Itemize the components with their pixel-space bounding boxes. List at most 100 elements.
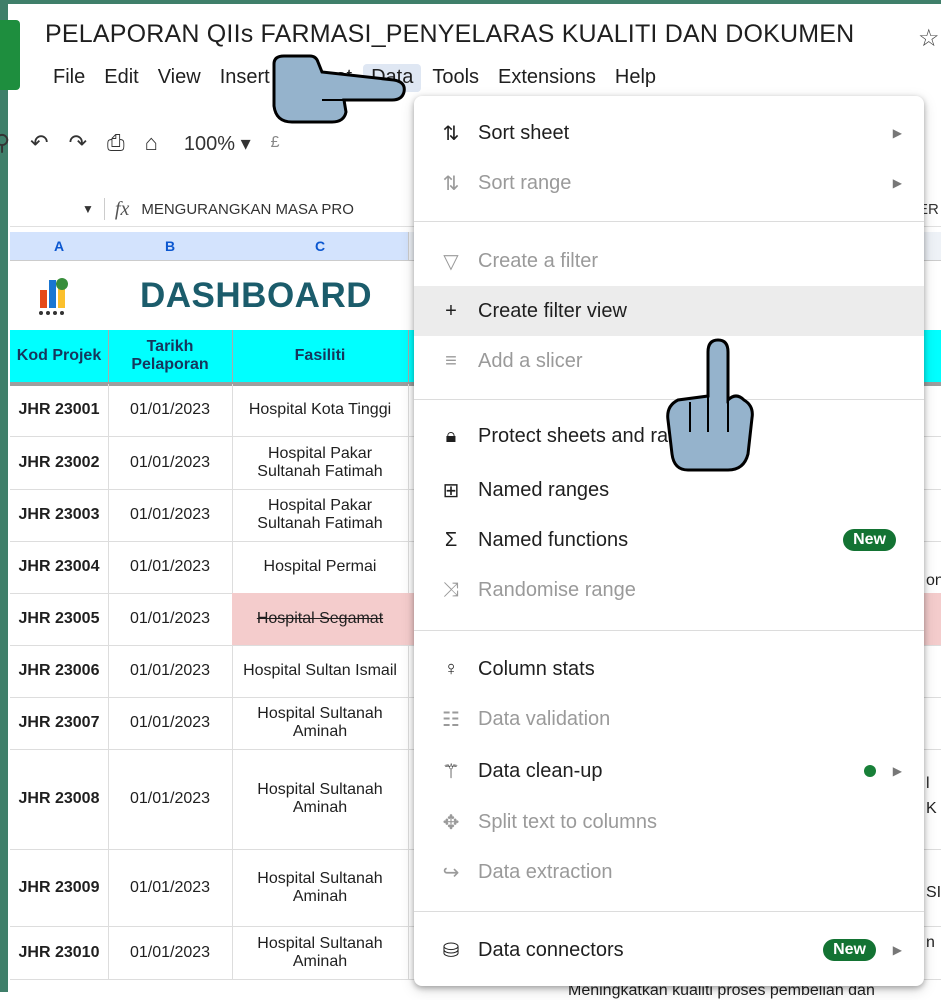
submenu-arrow-icon: ▶	[892, 126, 902, 140]
menu-item-data-extraction: ↪ Data extraction	[414, 847, 924, 897]
validation-icon: ☷	[442, 708, 460, 731]
name-box-dropdown-icon[interactable]: ▼	[82, 202, 94, 216]
cell-kod-projek[interactable]: JHR 23002	[10, 437, 109, 489]
cell-text-fragment: on	[926, 572, 941, 589]
menu-item-split-text: ✥ Split text to columns	[414, 797, 924, 847]
sigma-icon: Σ	[444, 528, 458, 551]
dashboard-chart-icon	[39, 278, 68, 315]
menu-item-data-cleanup[interactable]: ⚚ Data clean-up ▶	[414, 746, 924, 796]
filter-icon: ▽	[443, 250, 459, 273]
menu-item-column-stats[interactable]: ♀ Column stats	[414, 644, 924, 694]
pointing-hand-cursor-icon	[666, 338, 754, 472]
menu-view[interactable]: View	[150, 64, 209, 92]
menu-item-sort-range: ⇅ Sort range ▶	[414, 158, 924, 208]
menu-tools[interactable]: Tools	[424, 64, 487, 92]
menu-item-data-validation: ☷ Data validation	[414, 694, 924, 744]
column-header-b[interactable]: B	[108, 232, 233, 260]
sheets-logo-icon[interactable]	[0, 20, 20, 90]
cell-tarikh[interactable]: 01/01/2023	[108, 541, 233, 593]
cell-fasiliti[interactable]: Hospital Sultanah Aminah	[232, 749, 409, 849]
menu-item-create-filter: ▽ Create a filter	[414, 236, 924, 286]
magic-wand-icon: ⚚	[442, 760, 460, 783]
cell-fasiliti[interactable]: Hospital Sultanah Aminah	[232, 697, 409, 749]
cell-tarikh[interactable]: 01/01/2023	[108, 697, 233, 749]
new-badge: New	[823, 939, 876, 961]
search-menus-icon[interactable]: ⚲	[0, 130, 10, 156]
menu-item-data-connectors[interactable]: ⛁ Data connectors New ▶	[414, 925, 924, 975]
cell-kod-projek[interactable]: JHR 23003	[10, 489, 109, 541]
window-frame-top	[0, 0, 941, 4]
named-ranges-icon: ⊞	[442, 479, 460, 502]
cell-text-fragment: SI	[926, 884, 941, 901]
star-icon[interactable]: ☆	[918, 24, 940, 53]
cell-fasiliti[interactable]: Hospital Pakar Sultanah Fatimah	[232, 437, 409, 489]
status-dot-icon	[864, 765, 876, 777]
cell-fasiliti[interactable]: Hospital Pakar Sultanah Fatimah	[232, 489, 409, 541]
menu-help[interactable]: Help	[607, 64, 664, 92]
column-header-c[interactable]: C	[232, 232, 409, 260]
cell-fasiliti[interactable]: Hospital Sultan Ismail	[232, 645, 409, 697]
formula-content[interactable]: MENGURANGKAN MASA PRO	[141, 201, 354, 218]
zoom-select[interactable]: 100% ▾	[184, 131, 251, 156]
document-title[interactable]: PELAPORAN QIIs FARMASI_PENYELARAS KUALIT…	[45, 20, 854, 49]
cell-fasiliti[interactable]: Hospital Permai	[232, 541, 409, 593]
header-tarikh-pelaporan[interactable]: Tarikh Pelaporan	[108, 330, 233, 382]
redo-icon[interactable]: ↷	[69, 130, 87, 156]
submenu-arrow-icon: ▶	[892, 943, 902, 957]
menu-extensions[interactable]: Extensions	[490, 64, 604, 92]
lock-icon: 🔒︎	[445, 424, 457, 447]
submenu-arrow-icon: ▶	[892, 764, 902, 778]
cell-kod-projek[interactable]: JHR 23001	[10, 384, 109, 436]
sort-icon: ⇅	[442, 172, 460, 195]
new-badge: New	[843, 529, 896, 551]
menu-file[interactable]: File	[45, 64, 93, 92]
cell-kod-projek[interactable]: JHR 23009	[10, 850, 109, 926]
submenu-arrow-icon: ▶	[892, 176, 902, 190]
fx-icon: fx	[114, 197, 130, 220]
menu-item-randomise-range: ⤨ Randomise range	[414, 565, 924, 615]
header-fasiliti[interactable]: Fasiliti	[232, 330, 409, 382]
cell-tarikh[interactable]: 01/01/2023	[108, 384, 233, 436]
cell-tarikh[interactable]: 01/01/2023	[108, 489, 233, 541]
slicer-icon: ≡	[445, 349, 457, 372]
cell-fasiliti[interactable]: Hospital Kota Tinggi	[232, 384, 409, 436]
lightbulb-icon: ♀	[443, 657, 459, 680]
header-kod-projek[interactable]: Kod Projek	[10, 330, 109, 382]
print-icon[interactable]: ⎙	[107, 130, 125, 156]
cell-tarikh[interactable]: 01/01/2023	[108, 749, 233, 849]
cell-tarikh[interactable]: 01/01/2023	[108, 437, 233, 489]
cell-kod-projek[interactable]: JHR 23008	[10, 749, 109, 849]
menu-edit[interactable]: Edit	[96, 64, 146, 92]
menu-item-create-filter-view[interactable]: + Create filter view	[414, 286, 924, 336]
sort-icon: ⇅	[442, 122, 460, 145]
cell-kod-projek[interactable]: JHR 23010	[10, 927, 109, 979]
cell-kod-projek[interactable]: JHR 23007	[10, 697, 109, 749]
column-header-a[interactable]: A	[10, 232, 109, 260]
menu-item-named-functions[interactable]: Σ Named functions New	[414, 515, 924, 565]
cell-text-fragment: l	[926, 775, 930, 792]
cell-tarikh[interactable]: 01/01/2023	[108, 927, 233, 979]
database-icon: ⛁	[442, 939, 460, 962]
currency-format-button[interactable]: £	[271, 134, 280, 152]
undo-icon[interactable]: ↶	[30, 130, 48, 156]
cell-kod-projek[interactable]: JHR 23004	[10, 541, 109, 593]
data-menu-dropdown: ⇅ Sort sheet ▶ ⇅ Sort range ▶ ▽ Create a…	[414, 96, 924, 986]
extraction-icon: ↪	[442, 861, 460, 884]
cell-kod-projek[interactable]: JHR 23005	[10, 593, 109, 645]
paint-format-icon[interactable]: ⌂	[145, 130, 158, 156]
dashboard-title: DASHBOARD	[140, 276, 372, 315]
cell-tarikh[interactable]: 01/01/2023	[108, 645, 233, 697]
cell-fasiliti[interactable]: Hospital Sultanah Aminah	[232, 850, 409, 926]
cell-tarikh[interactable]: 01/01/2023	[108, 593, 233, 645]
shuffle-icon: ⤨	[443, 578, 459, 601]
cell-tarikh[interactable]: 01/01/2023	[108, 850, 233, 926]
cell-text-fragment: K	[926, 800, 937, 817]
cell-kod-projek[interactable]: JHR 23006	[10, 645, 109, 697]
cell-fasiliti[interactable]: Hospital Segamat	[232, 593, 409, 645]
menu-item-sort-sheet[interactable]: ⇅ Sort sheet ▶	[414, 108, 924, 158]
split-icon: ✥	[442, 811, 460, 834]
cell-text-fragment: n	[926, 934, 935, 951]
cell-fasiliti[interactable]: Hospital Sultanah Aminah	[232, 927, 409, 979]
pointing-hand-cursor-icon	[272, 54, 406, 124]
plus-icon: +	[445, 299, 457, 322]
